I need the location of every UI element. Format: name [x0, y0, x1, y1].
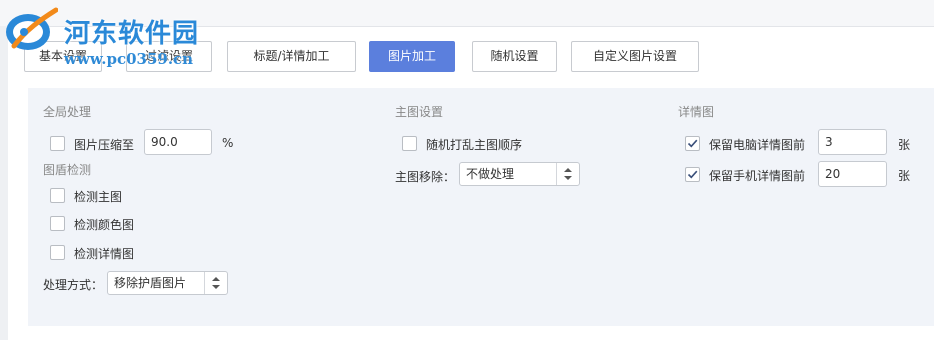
top-bar [0, 0, 934, 27]
check-detail-image-label: 检测详情图 [74, 247, 135, 261]
keep-pc-detail-unit: 张 [898, 138, 911, 152]
check-color-image-label: 检测颜色图 [74, 218, 135, 232]
keep-pc-detail-input[interactable] [818, 129, 887, 155]
keep-mobile-detail-unit: 张 [898, 169, 911, 183]
keep-pc-detail-label: 保留电脑详情图前 [709, 138, 806, 152]
method-select-value: 移除护盾图片 [114, 276, 187, 290]
keep-mobile-detail-label: 保留手机详情图前 [709, 169, 806, 183]
shuffle-main-images-label: 随机打乱主图顺序 [426, 138, 523, 152]
checkmark-icon [687, 139, 698, 148]
updown-arrows-icon [556, 163, 579, 185]
keep-mobile-detail-checkbox[interactable] [685, 167, 700, 182]
method-label: 处理方式： [43, 278, 104, 292]
keep-pc-detail-checkbox[interactable] [685, 136, 700, 151]
tab-image-processing[interactable]: 图片加工 [369, 41, 455, 72]
main-image-remove-label: 主图移除： [395, 170, 456, 184]
left-edge [0, 26, 8, 340]
check-main-image-checkbox[interactable] [50, 188, 65, 203]
checkmark-icon [687, 170, 698, 179]
tab-custom-image-settings[interactable]: 自定义图片设置 [571, 41, 699, 72]
main-image-remove-select[interactable]: 不做处理 [459, 162, 580, 186]
detail-section-title: 详情图 [678, 105, 715, 119]
check-detail-image-checkbox[interactable] [50, 245, 65, 260]
main-image-remove-value: 不做处理 [466, 167, 515, 181]
image-processing-panel: 全局处理 图片压缩至 % 图盾检测 检测主图 检测颜色图 检测详情图 处理方式：… [28, 88, 934, 326]
keep-mobile-detail-input[interactable] [818, 161, 887, 187]
global-section-title: 全局处理 [43, 105, 92, 119]
updown-arrows-icon [204, 272, 227, 294]
method-select[interactable]: 移除护盾图片 [107, 271, 228, 295]
check-main-image-label: 检测主图 [74, 190, 123, 204]
tab-filter-settings[interactable]: 过滤设置 [126, 41, 212, 72]
check-color-image-checkbox[interactable] [50, 216, 65, 231]
compress-unit: % [222, 136, 234, 150]
compress-checkbox[interactable] [50, 136, 65, 151]
compress-input[interactable] [144, 129, 212, 155]
tab-basic-settings[interactable]: 基本设置 [24, 41, 102, 72]
shuffle-main-images-checkbox[interactable] [402, 136, 417, 151]
tab-title-detail-processing[interactable]: 标题/详情加工 [227, 41, 356, 72]
shield-section-title: 图盾检测 [43, 163, 92, 177]
tab-random-settings[interactable]: 随机设置 [472, 41, 557, 72]
compress-label: 图片压缩至 [74, 138, 135, 152]
main-image-section-title: 主图设置 [395, 105, 444, 119]
